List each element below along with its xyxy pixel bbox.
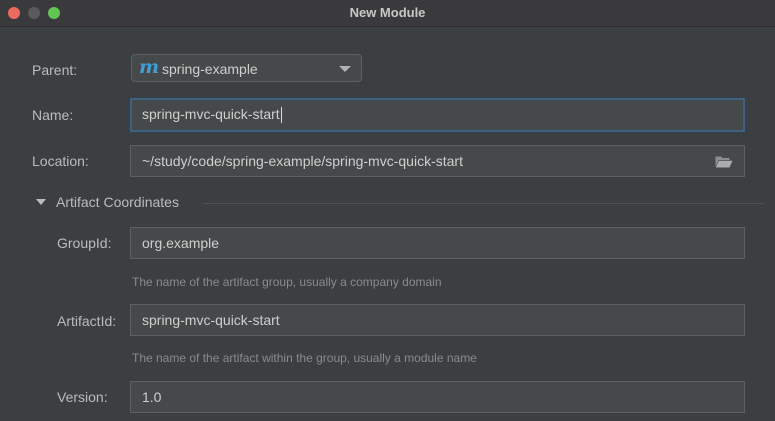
parent-select[interactable]: m spring-example [131, 54, 362, 82]
group-id-label: GroupId: [57, 235, 112, 251]
version-label: Version: [57, 389, 108, 405]
new-module-dialog: New Module Parent: m spring-example Name… [0, 0, 775, 421]
name-label: Name: [32, 107, 74, 123]
name-input-value: spring-mvc-quick-start [142, 106, 280, 122]
artifact-id-input-value: spring-mvc-quick-start [142, 312, 280, 328]
name-input[interactable]: spring-mvc-quick-start [130, 98, 745, 132]
maven-module-icon: m [139, 56, 160, 78]
folder-icon[interactable] [715, 155, 733, 168]
text-cursor [280, 107, 282, 124]
section-divider [203, 203, 763, 204]
artifact-id-input[interactable]: spring-mvc-quick-start [130, 304, 745, 336]
title-bar: New Module [0, 0, 775, 27]
location-label: Location: [32, 153, 89, 169]
group-id-input-value: org.example [142, 235, 220, 251]
artifact-id-hint: The name of the artifact within the grou… [132, 351, 477, 365]
window-title: New Module [349, 5, 426, 20]
group-id-hint: The name of the artifact group, usually … [132, 275, 442, 289]
expand-triangle-icon [36, 199, 46, 205]
artifact-coordinates-title: Artifact Coordinates [56, 194, 179, 210]
location-input-value: ~/study/code/spring-example/spring-mvc-q… [142, 153, 463, 169]
artifact-id-label: ArtifactId: [57, 313, 117, 329]
parent-select-value: spring-example [162, 61, 258, 77]
version-input[interactable]: 1.0 [130, 381, 745, 413]
version-input-value: 1.0 [142, 389, 162, 405]
parent-label: Parent: [32, 62, 78, 78]
location-input[interactable]: ~/study/code/spring-example/spring-mvc-q… [130, 145, 745, 177]
chevron-down-icon[interactable] [339, 66, 351, 72]
group-id-input[interactable]: org.example [130, 227, 745, 259]
